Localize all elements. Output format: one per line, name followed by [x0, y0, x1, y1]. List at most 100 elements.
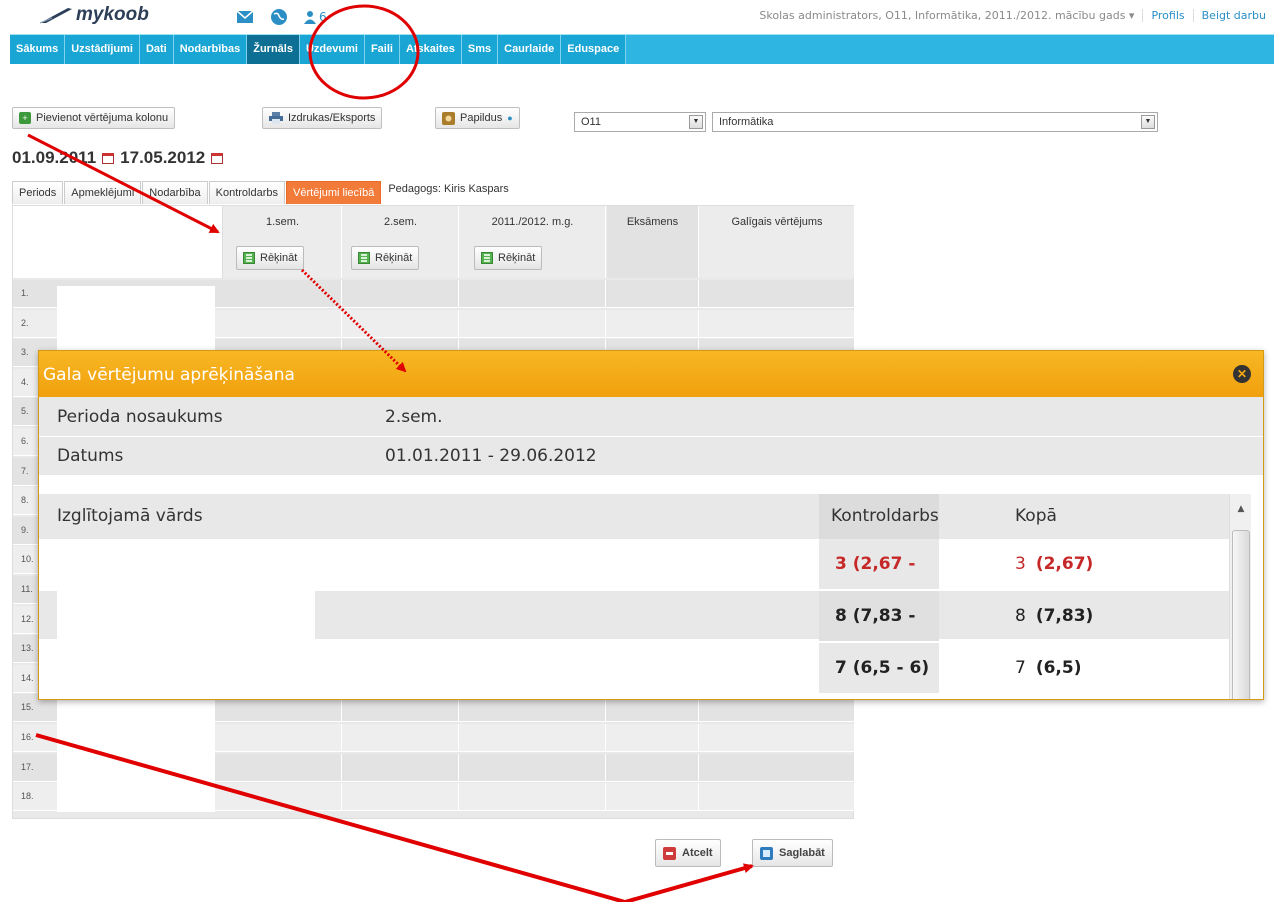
logout-link[interactable]: Beigt darbu [1192, 9, 1274, 22]
student-name-header: Izglītojamā vārds [57, 506, 203, 526]
grade-cell[interactable] [343, 753, 459, 782]
nav-item-sms[interactable]: Sms [462, 35, 499, 64]
grade-cell[interactable] [607, 280, 699, 308]
row-number: 10. [21, 554, 34, 565]
logo-text: mykoob [76, 4, 149, 25]
scroll-thumb[interactable] [1232, 530, 1250, 699]
cancel-icon [663, 846, 676, 860]
subject-select[interactable]: Informātika ▼ [712, 112, 1158, 132]
grade-cell[interactable] [607, 753, 699, 782]
class-select[interactable]: O11 ▼ [574, 112, 706, 132]
calculate-sem2-button[interactable]: Rēķināt [351, 246, 420, 270]
row-number: 2. [21, 317, 29, 328]
context-selector[interactable]: Skolas administrators, O11, Informātika,… [759, 9, 1142, 22]
grade-cell[interactable] [460, 309, 606, 338]
calendar-icon[interactable] [211, 152, 224, 164]
row-number: 7. [21, 465, 29, 476]
date-label: Datums [57, 446, 124, 466]
printer-icon [269, 112, 283, 124]
row-number: 8. [21, 495, 29, 506]
nav-item-uzstadijumi[interactable]: Uzstādījumi [65, 35, 140, 64]
column-school-year: 2011./2012. m.g. Rēķināt [460, 206, 606, 278]
row-number: 14. [21, 672, 34, 683]
globe-icon[interactable] [269, 8, 289, 26]
user-icon [304, 11, 316, 24]
save-button[interactable]: Saglabāt [752, 839, 833, 867]
table-scrollbar[interactable]: ▲ [1229, 494, 1252, 699]
period-row: Perioda nosaukums 2.sem. [39, 397, 1263, 437]
nav-item-sakums[interactable]: Sākums [10, 35, 66, 64]
grade-cell[interactable] [607, 724, 699, 752]
nav-item-dati[interactable]: Dati [140, 35, 174, 64]
nav-item-eduspace[interactable]: Eduspace [561, 35, 627, 64]
calculate-year-button[interactable]: Rēķināt [474, 246, 543, 270]
grade-cell[interactable] [460, 280, 606, 308]
grade-cell[interactable] [224, 753, 342, 782]
tab-nodarbiba[interactable]: Nodarbība [142, 181, 208, 204]
grade-cell[interactable] [343, 309, 459, 338]
nav-item-atskaites[interactable]: Atskaites [400, 35, 462, 64]
tab-kontroldarbs[interactable]: Kontroldarbs [208, 181, 286, 204]
grade-cell[interactable] [700, 309, 855, 338]
scroll-up-icon[interactable]: ▲ [1230, 494, 1252, 524]
pen-logo-icon [39, 8, 72, 24]
calculate-sem1-button[interactable]: Rēķināt [236, 246, 305, 270]
close-icon[interactable]: ✕ [1233, 365, 1251, 383]
users-badge[interactable]: 6 [303, 10, 327, 24]
users-count: 6 [319, 10, 327, 24]
dialog-title-bar: Gala vērtējumu aprēķināšana ✕ [39, 351, 1263, 397]
grade-cell[interactable] [224, 280, 342, 308]
results-table-header: Izglītojamā vārds Kontroldarbs Kopā [39, 494, 1229, 539]
grade-cell[interactable] [607, 783, 699, 812]
nav-item-uzdevumi[interactable]: Uzdevumi [300, 35, 365, 64]
calculator-icon [481, 252, 493, 264]
logo[interactable]: mykoob [38, 4, 149, 26]
grade-cell[interactable] [343, 280, 459, 308]
grade-cell[interactable] [224, 783, 342, 812]
top-icons: 6 [235, 8, 327, 26]
row-number: 6. [21, 436, 29, 446]
tab-apmeklejumi[interactable]: Apmeklējumi [64, 181, 142, 204]
total-result: 7 (6,5) [1015, 658, 1082, 678]
date-row: Datums 01.01.2011 - 29.06.2012 [39, 437, 1263, 475]
grade-cell[interactable] [700, 724, 855, 752]
grade-cell[interactable] [460, 724, 606, 752]
grade-cell[interactable] [224, 309, 342, 338]
row-number: 15. [21, 702, 34, 713]
row-number: 16. [21, 732, 34, 742]
period-label: Perioda nosaukums [57, 407, 223, 427]
cancel-button[interactable]: Atcelt [655, 839, 721, 867]
grade-cell[interactable] [700, 783, 855, 812]
grade-cell[interactable] [607, 309, 699, 338]
table-row: 3 (2,67 - 6) 3(2,67) [39, 539, 1229, 624]
user-context: Skolas administrators, O11, Informātika,… [759, 9, 1274, 22]
chevron-down-icon: ▾ [1128, 9, 1135, 22]
grade-cell[interactable] [460, 783, 606, 812]
hidden-student-name [57, 591, 315, 641]
nav-item-caurlaide[interactable]: Caurlaide [498, 35, 562, 64]
calendar-icon[interactable] [102, 152, 115, 164]
start-date: 01.09.2011 [12, 148, 97, 167]
date-value: 01.01.2011 - 29.06.2012 [385, 446, 597, 466]
print-export-button[interactable]: Izdrukas/Eksports [262, 107, 383, 129]
grade-cell[interactable] [343, 724, 459, 752]
nav-item-faili[interactable]: Faili [365, 35, 400, 64]
add-column-button[interactable]: + Pievienot vērtējuma kolonu [12, 107, 176, 129]
profile-link[interactable]: Profils [1142, 9, 1192, 22]
total-result: 8 (7,83) [1015, 606, 1094, 626]
grade-cell[interactable] [460, 753, 606, 782]
table-row: 7 (6,5 - 6) 7 (6,5) [39, 643, 1229, 693]
grade-cell[interactable] [700, 280, 855, 308]
grade-cell[interactable] [700, 753, 855, 782]
nav-item-nodarbibas[interactable]: Nodarbības [174, 35, 248, 64]
row-number: 3. [21, 347, 29, 358]
grade-cell[interactable] [224, 724, 342, 752]
save-icon [760, 846, 773, 860]
tab-periods[interactable]: Periods [12, 181, 64, 204]
extras-button[interactable]: Papildus ● [435, 107, 520, 129]
grade-cell[interactable] [343, 783, 459, 812]
nav-item-zurnals[interactable]: Žurnāls [247, 35, 300, 64]
period-value: 2.sem. [385, 407, 443, 427]
mail-icon[interactable] [235, 8, 255, 26]
tab-vertejumi-liecība[interactable]: Vērtējumi liecībā [286, 181, 382, 204]
